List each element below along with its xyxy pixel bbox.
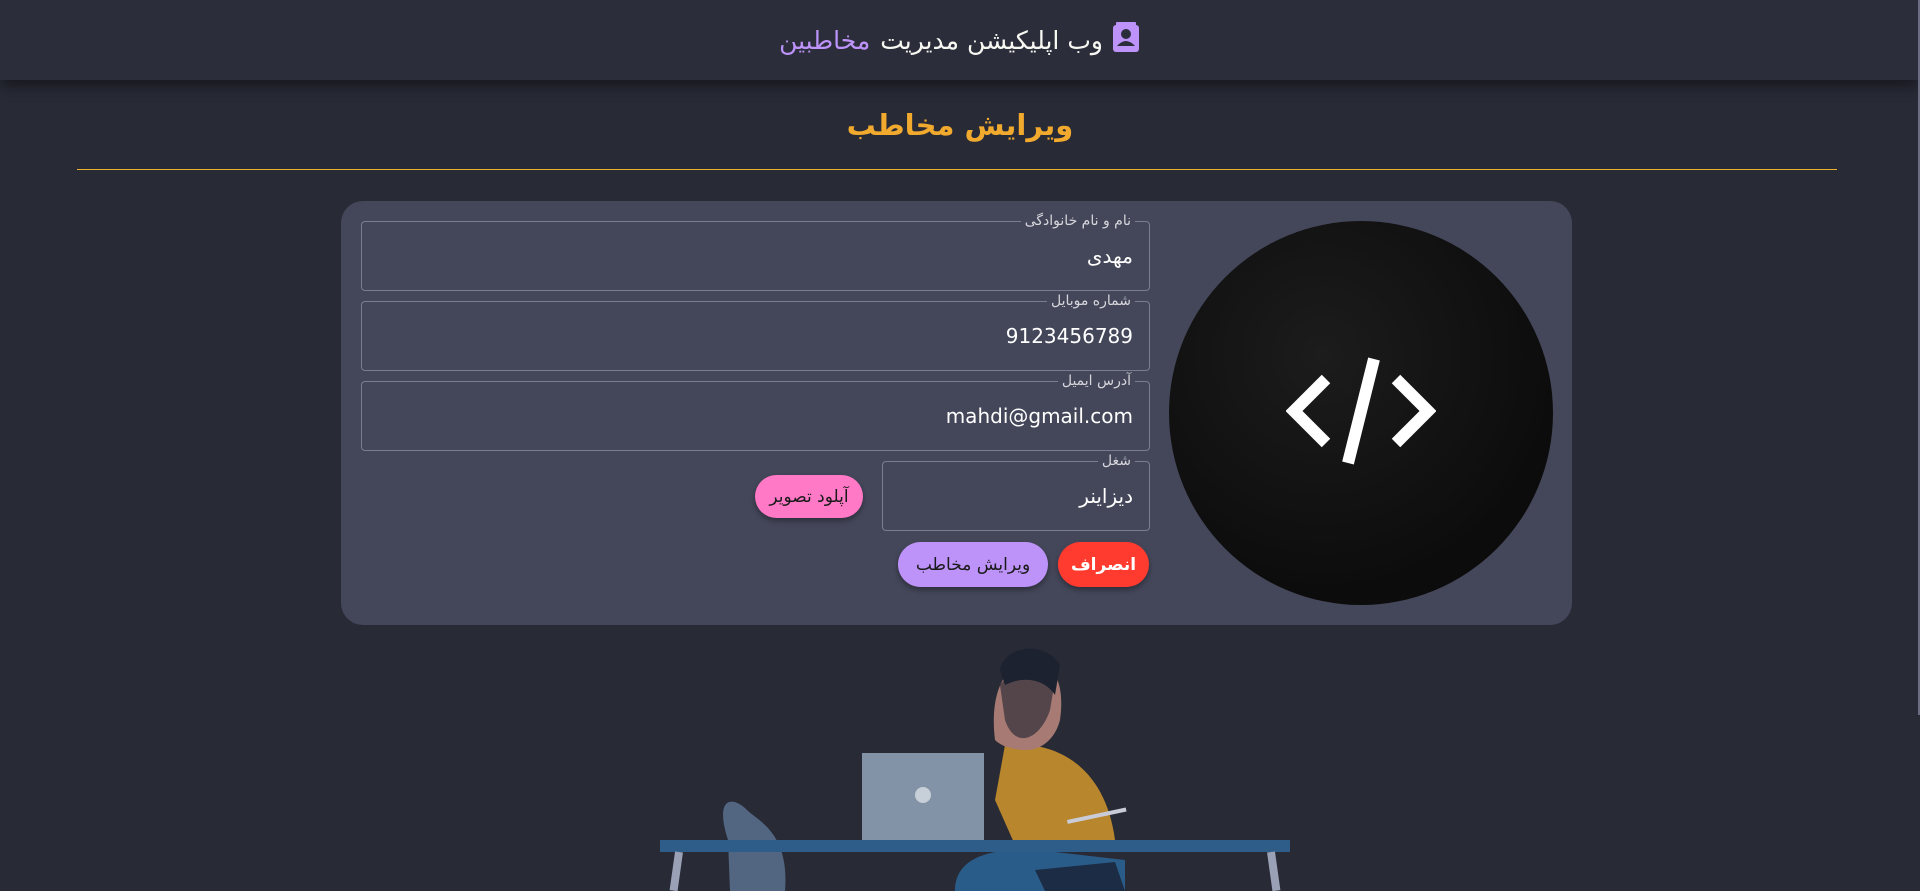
fullname-value: مهدی — [1086, 244, 1133, 268]
fullname-field[interactable]: نام و نام خانوادگی مهدی — [361, 212, 1150, 291]
upload-image-button[interactable]: آپلود تصویر — [755, 475, 863, 518]
email-field[interactable]: آدرس ایمیل mahdi@gmail.com — [361, 372, 1150, 451]
man-with-laptop-illustration — [660, 648, 1290, 891]
navbar-brand[interactable]: وب اپلیکیشن مدیریت مخاطبین — [779, 22, 1139, 58]
contact-book-icon — [1112, 22, 1139, 58]
navbar: وب اپلیکیشن مدیریت مخاطبین — [0, 0, 1918, 80]
navbar-title: وب اپلیکیشن مدیریت — [880, 25, 1103, 55]
mobile-field[interactable]: شماره موبایل 9123456789 — [361, 292, 1150, 371]
code-icon — [1285, 351, 1437, 475]
title-divider — [77, 169, 1837, 170]
contact-avatar — [1169, 221, 1553, 605]
job-value: دیزاینر — [1079, 484, 1133, 508]
page-title: ویرایش مخاطب — [846, 108, 1074, 142]
cancel-button[interactable]: انصراف — [1058, 542, 1149, 587]
edit-contact-card: نام و نام خانوادگی مهدی شماره موبایل 912… — [341, 201, 1572, 625]
mobile-value: 9123456789 — [1005, 324, 1133, 348]
email-value: mahdi@gmail.com — [945, 404, 1133, 428]
navbar-title-accent: مخاطبین — [779, 25, 871, 55]
job-field[interactable]: شغل دیزاینر — [882, 452, 1150, 531]
laptop-illustration — [862, 753, 984, 841]
edit-contact-button[interactable]: ویرایش مخاطب — [898, 542, 1048, 587]
